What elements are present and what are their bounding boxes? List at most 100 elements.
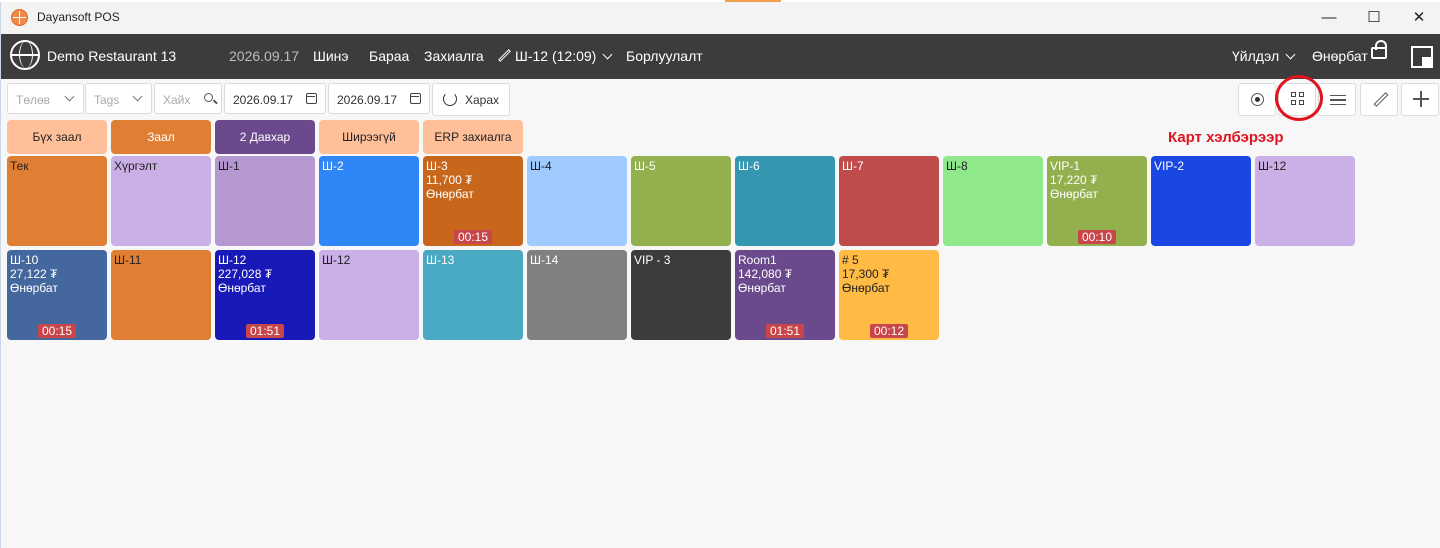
lock-icon[interactable] [1371,40,1387,59]
menu-new[interactable]: Шинэ [313,48,349,64]
table-card[interactable]: Ш-12 [1255,156,1355,246]
table-card[interactable]: Ш-10 27,122 ₮ Өнөрбат 00:15 [7,250,107,340]
date-to-field[interactable]: 2026.09.17 [328,83,430,114]
add-button[interactable] [1401,83,1439,116]
refresh-icon [443,92,457,106]
table-timer: 01:51 [245,324,285,338]
date-from-field[interactable]: 2026.09.17 [224,83,326,114]
table-name: VIP - 3 [634,253,671,267]
table-card[interactable]: # 5 17,300 ₮ Өнөрбат 00:12 [839,250,939,340]
restaurant-name: Demo Restaurant 13 [47,48,177,64]
chevron-down-icon [602,49,613,60]
minimize-button[interactable]: — [1314,7,1344,29]
table-name: Ш-10 [10,253,39,267]
table-card[interactable]: Тек [7,156,107,246]
calendar-icon [410,93,421,104]
table-amount: 142,080 ₮ [738,267,793,281]
hall-tab[interactable]: Бүх заал [7,120,107,154]
window-title: Dayansoft POS [37,10,120,24]
table-card[interactable]: Ш-12 [319,250,419,340]
table-waiter: Өнөрбат [10,281,58,295]
hall-tab[interactable]: 2 Давхар [215,120,315,154]
table-card[interactable]: Ш-3 11,700 ₮ Өнөрбат 00:15 [423,156,523,246]
table-name: Хүргэлт [114,159,158,173]
table-card[interactable]: Ш-6 [735,156,835,246]
table-amount: 27,122 ₮ [10,267,58,281]
table-waiter: Өнөрбат [1050,187,1098,201]
view-button[interactable]: Харах [432,83,510,116]
table-card[interactable]: Ш-11 [111,250,211,340]
table-card[interactable]: Ш-5 [631,156,731,246]
table-name: Ш-7 [842,159,864,173]
tags-placeholder: Tags [94,93,120,107]
table-card[interactable]: Ш-8 [943,156,1043,246]
action-menu-label: Үйлдэл [1232,48,1280,64]
table-name: Ш-8 [946,159,968,173]
table-name: Ш-2 [322,159,344,173]
pencil-icon [497,49,511,63]
layout-icon[interactable] [1411,46,1433,68]
list-view-button[interactable] [1318,83,1356,116]
table-amount: 11,700 ₮ [426,173,473,187]
annotation-label: Карт хэлбэрээр [1168,129,1284,146]
table-card[interactable]: Ш-14 [527,250,627,340]
table-timer: 00:15 [453,230,493,244]
record-view-button[interactable] [1238,83,1276,116]
chevron-down-icon [1285,49,1296,60]
menu-products[interactable]: Бараа [369,48,409,64]
table-card[interactable]: Хүргэлт [111,156,211,246]
table-name: Room1 [738,253,777,267]
list-icon [1330,95,1346,105]
table-waiter: Өнөрбат [842,281,890,295]
table-card[interactable]: VIP-2 [1151,156,1251,246]
table-name: Ш-13 [426,253,455,267]
table-waiter: Өнөрбат [218,281,266,295]
search-input[interactable]: Хайх [154,83,222,114]
table-amount: 17,220 ₮ [1050,173,1098,187]
table-name: VIP-1 [1050,159,1081,173]
close-button[interactable]: ✕ [1404,7,1434,29]
annotation-circle [1275,75,1323,121]
table-timer: 00:15 [37,324,77,338]
table-card[interactable]: Ш-1 [215,156,315,246]
tags-select[interactable]: Tags [85,83,152,114]
table-card[interactable]: Ш-13 [423,250,523,340]
menu-sales[interactable]: Борлуулалт [626,48,703,64]
table-name: Ш-3 [426,159,448,173]
edit-button[interactable] [1360,83,1398,116]
table-amount: 17,300 ₮ [842,267,890,281]
title-bar: Dayansoft POS — ☐ ✕ [1,2,1440,34]
menu-orders[interactable]: Захиалга [424,48,484,64]
app-logo-icon [11,9,28,26]
date-from-value: 2026.09.17 [233,93,294,107]
hall-tab[interactable]: Заал [111,120,211,154]
record-icon [1251,93,1264,106]
table-card[interactable]: Ш-2 [319,156,419,246]
menu-bar: Demo Restaurant 13 2026.09.17 Шинэ Бараа… [1,34,1440,79]
table-card[interactable]: VIP-1 17,220 ₮ Өнөрбат 00:10 [1047,156,1147,246]
plus-icon [1413,91,1429,107]
table-name: Ш-1 [218,159,240,173]
menu-date: 2026.09.17 [229,48,300,64]
hall-tab[interactable]: Ширээгүй [319,120,419,154]
table-name: Ш-12 [218,253,247,267]
table-name: # 5 [842,253,859,267]
status-placeholder: Төлөв [16,93,51,107]
table-card[interactable]: Ш-12 227,028 ₮ Өнөрбат 01:51 [215,250,315,340]
current-order-dropdown[interactable]: Ш-12 (12:09) [497,48,613,64]
action-menu[interactable]: Үйлдэл [1232,48,1296,64]
hall-tab[interactable]: ERP захиалга [423,120,523,154]
table-card[interactable]: Room1 142,080 ₮ Өнөрбат 01:51 [735,250,835,340]
search-icon [204,93,213,102]
chevron-down-icon [132,91,143,102]
maximize-button[interactable]: ☐ [1359,7,1389,29]
user-name[interactable]: Өнөрбат [1312,48,1368,64]
table-name: Ш-12 [1258,159,1287,173]
table-waiter: Өнөрбат [738,281,786,295]
table-card[interactable]: Ш-7 [839,156,939,246]
table-name: Ш-5 [634,159,656,173]
table-card[interactable]: Ш-4 [527,156,627,246]
status-select[interactable]: Төлөв [7,83,84,114]
table-card[interactable]: VIP - 3 [631,250,731,340]
chevron-down-icon [64,91,75,102]
